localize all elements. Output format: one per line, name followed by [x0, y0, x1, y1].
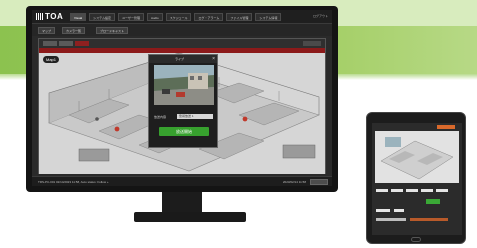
logo-mark-icon — [36, 13, 43, 20]
tablet-option-2[interactable] — [394, 209, 404, 212]
status-time: 2023/02/14 11:58 — [282, 180, 306, 184]
scene: TOA Visual システム設定 ユーザー管理 Audio スケジュール ログ… — [0, 0, 477, 248]
tab-user-management[interactable]: ユーザー管理 — [118, 13, 144, 21]
camera-list-button[interactable]: カメラ一覧 — [62, 27, 86, 34]
tablet-screen — [372, 123, 462, 235]
monitor-screen: TOA Visual システム設定 ユーザー管理 Audio スケジュール ログ… — [32, 10, 332, 186]
broadcast-button[interactable]: ブロードキャスト — [96, 27, 129, 34]
tab-schedule[interactable]: スケジュール — [165, 13, 192, 21]
broadcast-content-select[interactable]: 警報放送 1 — [177, 114, 213, 119]
panel-tab-2[interactable] — [59, 41, 73, 46]
tablet-start-button[interactable] — [426, 199, 440, 204]
tab-audio[interactable]: Audio — [147, 13, 163, 21]
tab-system-settings[interactable]: システム設定 — [89, 13, 116, 21]
monitor-stand-base — [134, 212, 246, 222]
panel-tab-1[interactable] — [43, 41, 57, 46]
brand-logo: TOA — [36, 12, 63, 21]
tab-log-alarm[interactable]: ログ・アラーム — [194, 13, 224, 21]
brand-name: TOA — [45, 12, 64, 21]
tablet-floor-plan — [375, 131, 459, 183]
tablet-alert-indicator — [437, 125, 455, 129]
status-text: TRS-PC-001 02/14/2023 11:58, Auto status… — [38, 180, 109, 184]
start-broadcast-button[interactable]: 放送開始 — [159, 127, 209, 136]
tablet-button-4[interactable] — [421, 189, 433, 192]
camera-live-view — [154, 65, 214, 105]
tablet-button-5[interactable] — [436, 189, 448, 192]
desktop-monitor: TOA Visual システム設定 ユーザー管理 Audio スケジュール ログ… — [26, 6, 338, 192]
tablet-option-1[interactable] — [376, 209, 390, 212]
camera-dialog: ライブ × 放送内容 警報放送 1 放送開始 — [148, 54, 218, 148]
tablet-home-button[interactable] — [411, 237, 421, 242]
close-icon[interactable]: × — [212, 56, 215, 62]
camera-image — [154, 65, 214, 105]
status-action-button[interactable] — [310, 179, 328, 185]
tab-system-info[interactable]: システム情報 — [255, 13, 282, 21]
panel-tab-alert[interactable] — [75, 41, 89, 46]
tablet-button-1[interactable] — [376, 189, 388, 192]
tablet-volume-bar[interactable] — [410, 218, 448, 221]
nav-tabs: Visual システム設定 ユーザー管理 Audio スケジュール ログ・アラー… — [70, 13, 282, 21]
tablet-device — [366, 112, 466, 244]
tablet-button-3[interactable] — [406, 189, 418, 192]
status-bar: TRS-PC-001 02/14/2023 11:58, Auto status… — [32, 176, 332, 186]
toolbar: マップ カメラ一覧 ブロードキャスト — [32, 24, 332, 36]
map-name-badge: Map1 — [43, 56, 60, 63]
tablet-button-2[interactable] — [391, 189, 403, 192]
tab-file-management[interactable]: ファイル管理 — [226, 13, 253, 21]
logout-link[interactable]: ログアウト — [313, 14, 328, 18]
dialog-title: ライブ — [175, 57, 185, 61]
tablet-label-row — [376, 218, 406, 221]
panel-header — [39, 39, 325, 48]
panel-menu-button[interactable] — [303, 41, 321, 46]
tablet-map[interactable] — [375, 131, 459, 183]
monitor-stand-neck — [162, 192, 202, 214]
tab-visual[interactable]: Visual — [70, 13, 87, 21]
dialog-header: ライブ × — [149, 55, 217, 63]
app-topbar: TOA Visual システム設定 ユーザー管理 Audio スケジュール ログ… — [32, 10, 332, 24]
broadcast-content-label: 放送内容 — [154, 115, 167, 119]
map-button[interactable]: マップ — [38, 27, 56, 34]
